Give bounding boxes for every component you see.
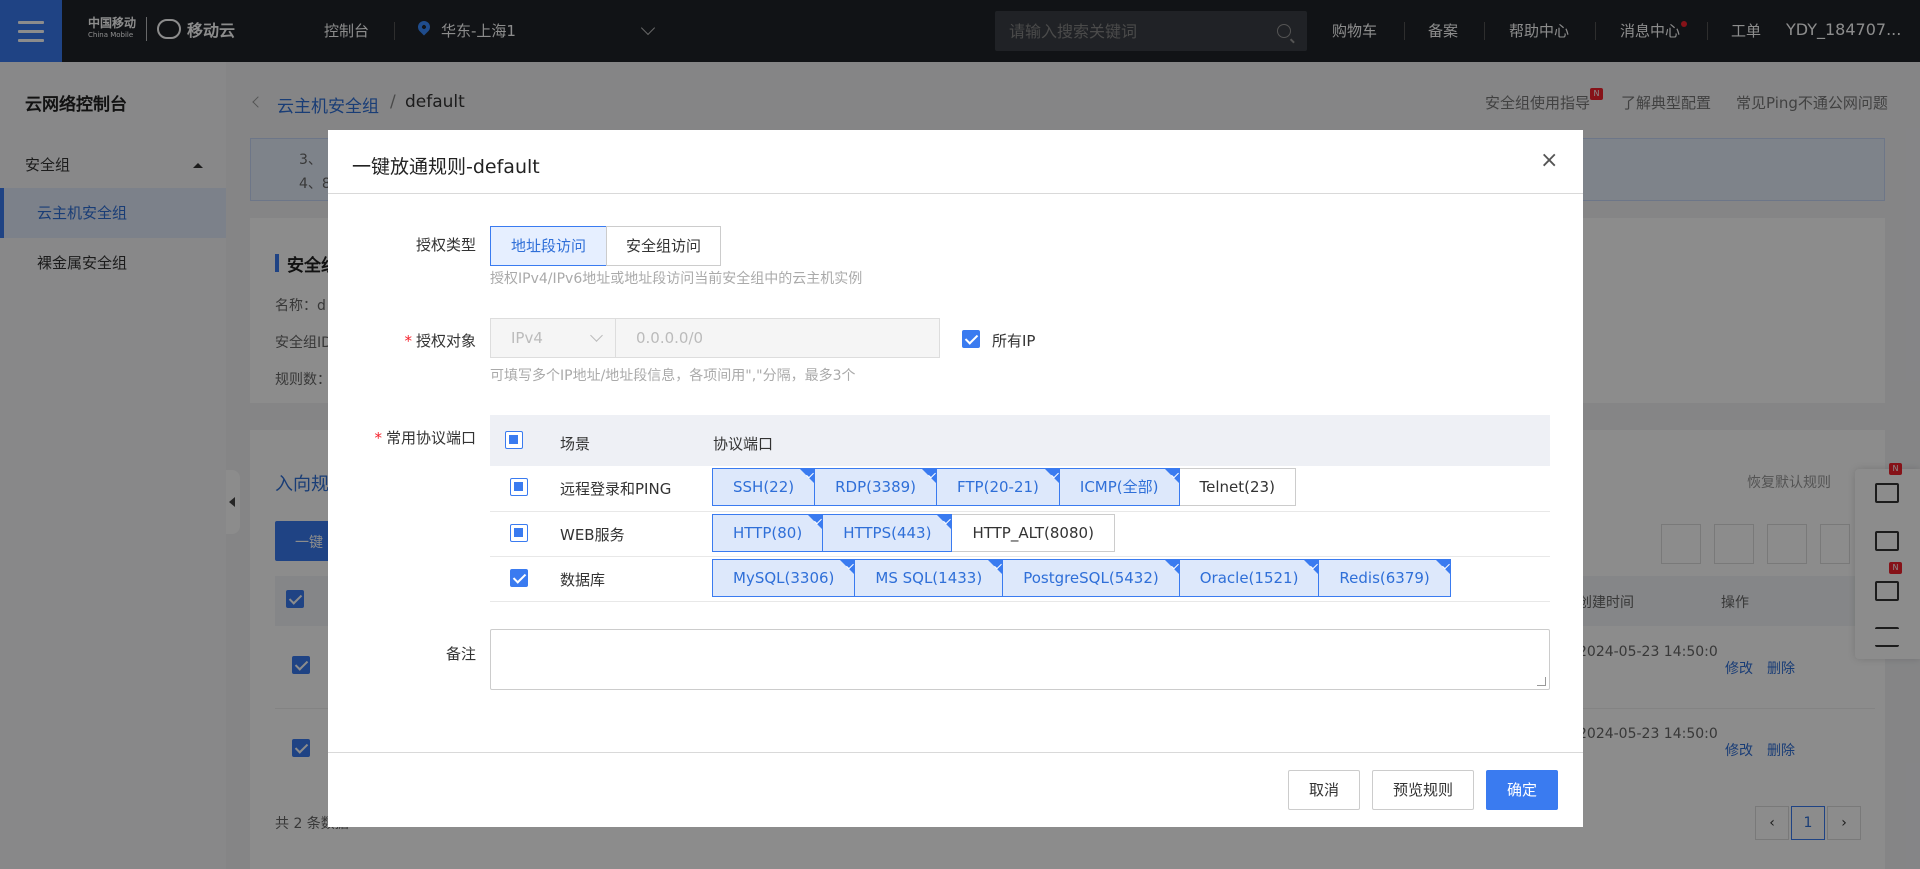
port-tag[interactable]: MS SQL(1433) bbox=[854, 559, 1004, 597]
port-tag[interactable]: Oracle(1521) bbox=[1178, 559, 1320, 597]
col-ports: 协议端口 bbox=[713, 435, 774, 453]
port-tag[interactable]: SSH(22) bbox=[712, 468, 816, 506]
port-tag[interactable]: FTP(20-21) bbox=[936, 468, 1060, 506]
scene-name: WEB服务 bbox=[560, 526, 625, 544]
port-tag[interactable]: MySQL(3306) bbox=[712, 559, 856, 597]
scene-checkbox-remote[interactable] bbox=[510, 478, 528, 496]
row-divider bbox=[490, 601, 1550, 602]
scene-name: 远程登录和PING bbox=[560, 480, 672, 498]
col-scene: 场景 bbox=[560, 435, 591, 453]
all-ip-label[interactable]: 所有IP bbox=[992, 330, 1035, 351]
port-tag[interactable]: Telnet(23) bbox=[1178, 468, 1296, 506]
scene-checkbox-database[interactable] bbox=[510, 569, 528, 587]
auth-type-label: 授权类型 bbox=[415, 236, 476, 254]
close-icon[interactable]: × bbox=[1540, 150, 1558, 172]
port-tags-remote: SSH(22) RDP(3389) FTP(20-21) ICMP(全部) Te… bbox=[712, 468, 1296, 506]
dialog-title: 一键放通规则-default bbox=[352, 156, 540, 178]
port-tags-database: MySQL(3306) MS SQL(1433) PostgreSQL(5432… bbox=[712, 559, 1451, 597]
port-tag[interactable]: HTTP(80) bbox=[712, 514, 824, 552]
remark-textarea[interactable] bbox=[490, 629, 1550, 690]
row-divider bbox=[490, 511, 1550, 512]
auth-target-label-text: 授权对象 bbox=[415, 332, 476, 350]
port-tag[interactable]: HTTPS(443) bbox=[822, 514, 953, 552]
ip-version-select[interactable]: IPv4 bbox=[490, 318, 616, 358]
preview-rules-button[interactable]: 预览规则 bbox=[1372, 770, 1474, 810]
cancel-button[interactable]: 取消 bbox=[1288, 770, 1360, 810]
auth-type-hint: 授权IPv4/IPv6地址或地址段访问当前安全组中的云主机实例 bbox=[490, 271, 863, 287]
auth-target-hint: 可填写多个IP地址/地址段信息，各项间用","分隔，最多3个 bbox=[490, 368, 856, 384]
port-tag[interactable]: RDP(3389) bbox=[814, 468, 938, 506]
scene-checkbox-web[interactable] bbox=[510, 524, 528, 542]
port-tag[interactable]: PostgreSQL(5432) bbox=[1002, 559, 1180, 597]
confirm-button[interactable]: 确定 bbox=[1486, 770, 1558, 810]
remark-label: 备注 bbox=[445, 645, 476, 663]
ports-select-all-checkbox[interactable] bbox=[505, 431, 523, 449]
ports-table-header: 场景 协议端口 bbox=[490, 415, 1550, 466]
port-tag[interactable]: HTTP_ALT(8080) bbox=[951, 514, 1115, 552]
auth-type-address[interactable]: 地址段访问 bbox=[490, 226, 607, 266]
port-tag[interactable]: ICMP(全部) bbox=[1058, 468, 1180, 506]
row-divider bbox=[490, 556, 1550, 557]
ip-address-input[interactable]: 0.0.0.0/0 bbox=[616, 318, 940, 358]
ports-label-text: 常用协议端口 bbox=[385, 429, 476, 447]
oneclick-rule-dialog: 一键放通规则-default × 授权类型 地址段访问 安全组访问 授权IPv4… bbox=[328, 130, 1583, 827]
scene-name: 数据库 bbox=[560, 571, 606, 589]
divider bbox=[328, 193, 1583, 194]
all-ip-checkbox[interactable] bbox=[962, 330, 980, 348]
ports-label: * 常用协议端口 bbox=[374, 429, 476, 447]
divider bbox=[328, 752, 1583, 753]
auth-type-security-group[interactable]: 安全组访问 bbox=[606, 226, 721, 266]
port-tags-web: HTTP(80) HTTPS(443) HTTP_ALT(8080) bbox=[712, 514, 1115, 552]
auth-target-label: * 授权对象 bbox=[404, 332, 476, 350]
port-tag[interactable]: Redis(6379) bbox=[1318, 559, 1451, 597]
